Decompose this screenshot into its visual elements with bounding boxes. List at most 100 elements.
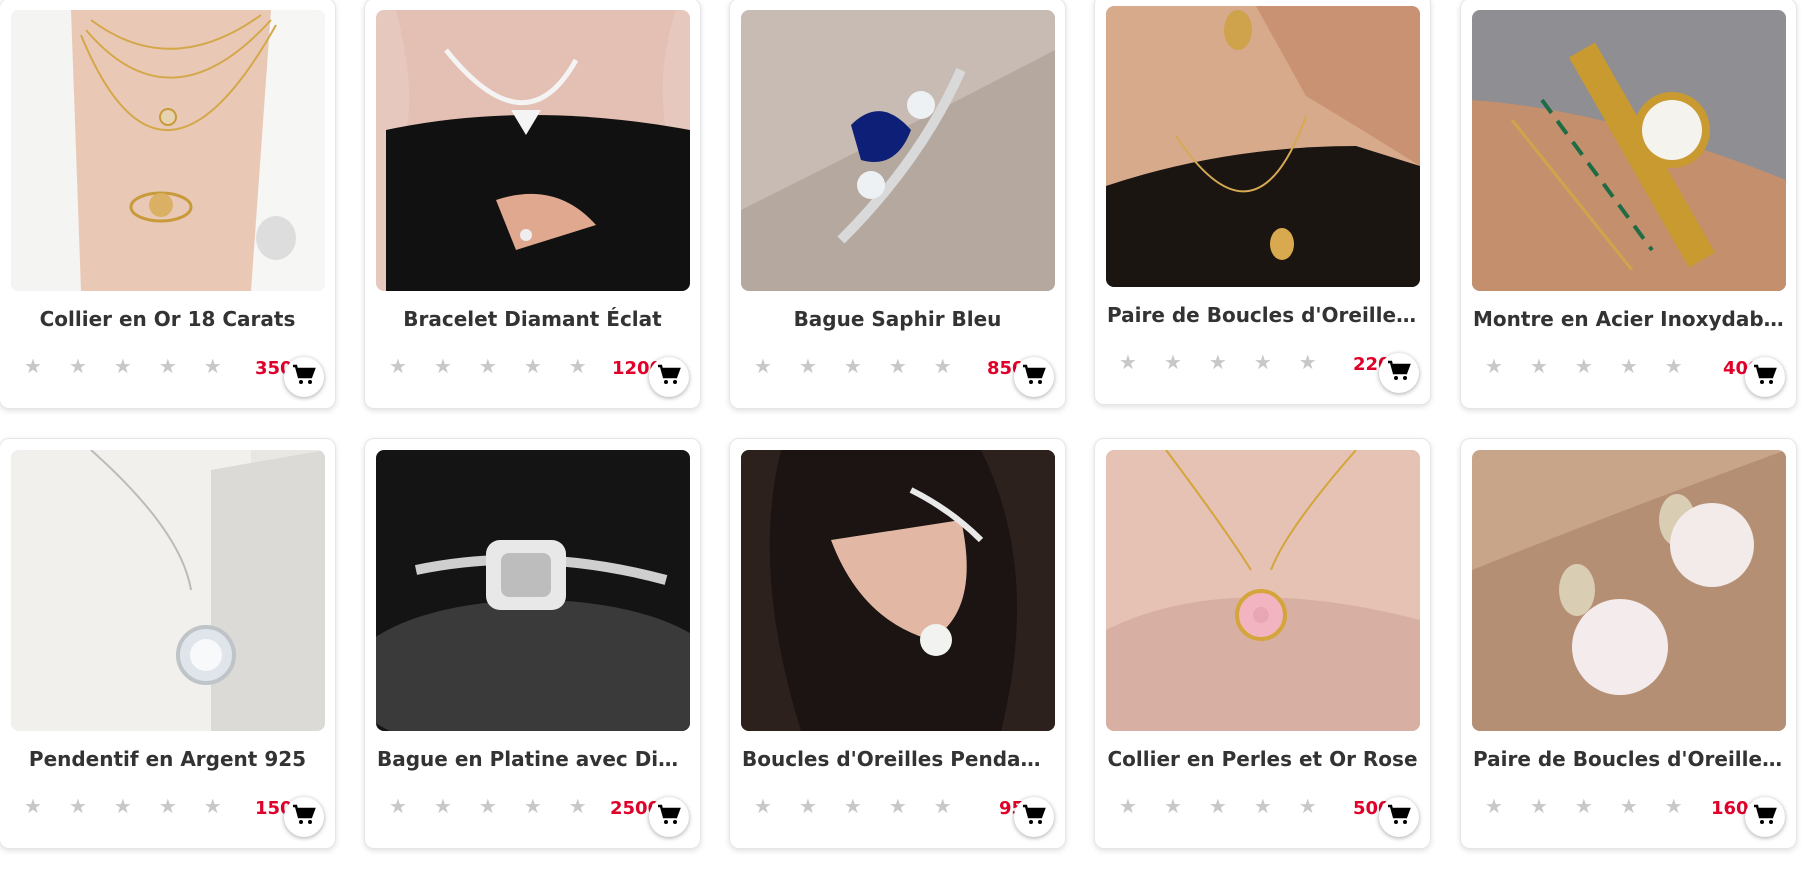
star-icon[interactable]: ★	[479, 797, 497, 817]
product-card[interactable]: Paire de Boucles d'Oreilles e... ★ ★ ★ ★…	[1460, 438, 1797, 849]
star-icon[interactable]: ★	[204, 357, 222, 377]
star-icon[interactable]: ★	[434, 797, 452, 817]
rating-stars[interactable]: ★ ★ ★ ★ ★	[754, 357, 952, 377]
product-title[interactable]: Montre en Acier Inoxydable	[1473, 307, 1784, 331]
product-card[interactable]: Bague en Platine avec Diam... ★ ★ ★ ★ ★ …	[364, 438, 701, 849]
star-icon[interactable]: ★	[934, 797, 952, 817]
star-icon[interactable]: ★	[1254, 797, 1272, 817]
rating-stars[interactable]: ★ ★ ★ ★ ★	[1485, 797, 1683, 817]
add-to-cart-button[interactable]	[649, 357, 689, 397]
product-image[interactable]	[1106, 6, 1420, 287]
product-image[interactable]	[376, 10, 690, 291]
product-card[interactable]: Boucles d'Oreilles Pendante... ★ ★ ★ ★ ★…	[729, 438, 1066, 849]
product-title[interactable]: Bague en Platine avec Diam...	[377, 747, 688, 771]
star-icon[interactable]: ★	[1299, 797, 1317, 817]
star-icon[interactable]: ★	[24, 357, 42, 377]
product-title[interactable]: Collier en Or 18 Carats	[12, 307, 323, 331]
star-icon[interactable]: ★	[1620, 357, 1638, 377]
product-image[interactable]	[11, 450, 325, 731]
product-title[interactable]: Boucles d'Oreilles Pendante...	[742, 747, 1053, 771]
rating-stars[interactable]: ★ ★ ★ ★ ★	[1119, 797, 1317, 817]
star-icon[interactable]: ★	[1164, 797, 1182, 817]
star-icon[interactable]: ★	[524, 797, 542, 817]
star-icon[interactable]: ★	[754, 357, 772, 377]
add-to-cart-button[interactable]	[1014, 797, 1054, 837]
star-icon[interactable]: ★	[159, 357, 177, 377]
rating-stars[interactable]: ★ ★ ★ ★ ★	[754, 797, 952, 817]
star-icon[interactable]: ★	[1254, 353, 1272, 373]
star-icon[interactable]: ★	[1209, 797, 1227, 817]
rating-stars[interactable]: ★ ★ ★ ★ ★	[24, 797, 222, 817]
add-to-cart-button[interactable]	[1379, 353, 1419, 393]
star-icon[interactable]: ★	[889, 797, 907, 817]
star-icon[interactable]: ★	[754, 797, 772, 817]
star-icon[interactable]: ★	[1620, 797, 1638, 817]
star-icon[interactable]: ★	[524, 357, 542, 377]
product-image[interactable]	[376, 450, 690, 731]
star-icon[interactable]: ★	[479, 357, 497, 377]
rating-stars[interactable]: ★ ★ ★ ★ ★	[389, 797, 587, 817]
star-icon[interactable]: ★	[934, 357, 952, 377]
add-to-cart-button[interactable]	[1745, 357, 1785, 397]
star-icon[interactable]: ★	[204, 797, 222, 817]
star-icon[interactable]: ★	[1209, 353, 1227, 373]
product-title[interactable]: Bracelet Diamant Éclat	[377, 307, 688, 331]
product-image[interactable]	[741, 450, 1055, 731]
product-title[interactable]: Bague Saphir Bleu	[742, 307, 1053, 331]
product-card[interactable]: Montre en Acier Inoxydable ★ ★ ★ ★ ★ 400	[1460, 0, 1797, 409]
rating-stars[interactable]: ★ ★ ★ ★ ★	[1119, 353, 1317, 373]
add-to-cart-button[interactable]	[1014, 357, 1054, 397]
star-icon[interactable]: ★	[434, 357, 452, 377]
add-to-cart-button[interactable]	[1379, 797, 1419, 837]
star-icon[interactable]: ★	[1485, 357, 1503, 377]
star-icon[interactable]: ★	[799, 357, 817, 377]
star-icon[interactable]: ★	[1665, 797, 1683, 817]
star-icon[interactable]: ★	[69, 797, 87, 817]
star-icon[interactable]: ★	[114, 797, 132, 817]
star-icon[interactable]: ★	[114, 357, 132, 377]
star-icon[interactable]: ★	[389, 357, 407, 377]
star-icon[interactable]: ★	[1119, 797, 1137, 817]
product-image[interactable]	[1472, 450, 1786, 731]
product-card[interactable]: Pendentif en Argent 925 ★ ★ ★ ★ ★ 150	[0, 438, 336, 849]
product-title[interactable]: Collier en Perles et Or Rose	[1107, 747, 1418, 771]
star-icon[interactable]: ★	[844, 357, 862, 377]
product-image[interactable]	[1106, 450, 1420, 731]
star-icon[interactable]: ★	[569, 797, 587, 817]
product-title[interactable]: Paire de Boucles d'Oreilles e...	[1473, 747, 1784, 771]
star-icon[interactable]: ★	[1530, 797, 1548, 817]
product-image[interactable]	[741, 10, 1055, 291]
rating-stars[interactable]: ★ ★ ★ ★ ★	[389, 357, 587, 377]
product-title[interactable]: Pendentif en Argent 925	[12, 747, 323, 771]
add-to-cart-button[interactable]	[649, 797, 689, 837]
product-card[interactable]: Collier en Perles et Or Rose ★ ★ ★ ★ ★ 5…	[1094, 438, 1431, 849]
rating-stars[interactable]: ★ ★ ★ ★ ★	[24, 357, 222, 377]
star-icon[interactable]: ★	[569, 357, 587, 377]
product-title[interactable]: Paire de Boucles d'Oreilles P...	[1107, 303, 1418, 327]
add-to-cart-button[interactable]	[284, 357, 324, 397]
star-icon[interactable]: ★	[1485, 797, 1503, 817]
star-icon[interactable]: ★	[1299, 353, 1317, 373]
star-icon[interactable]: ★	[69, 357, 87, 377]
add-to-cart-button[interactable]	[284, 797, 324, 837]
product-card[interactable]: Bague Saphir Bleu ★ ★ ★ ★ ★ 850	[729, 0, 1066, 409]
star-icon[interactable]: ★	[159, 797, 177, 817]
star-icon[interactable]: ★	[1164, 353, 1182, 373]
product-card[interactable]: Paire de Boucles d'Oreilles P... ★ ★ ★ ★…	[1094, 0, 1431, 405]
star-icon[interactable]: ★	[889, 357, 907, 377]
star-icon[interactable]: ★	[799, 797, 817, 817]
star-icon[interactable]: ★	[1530, 357, 1548, 377]
star-icon[interactable]: ★	[844, 797, 862, 817]
product-image[interactable]	[1472, 10, 1786, 291]
product-image[interactable]	[11, 10, 325, 291]
star-icon[interactable]: ★	[24, 797, 42, 817]
star-icon[interactable]: ★	[1665, 357, 1683, 377]
star-icon[interactable]: ★	[1575, 357, 1593, 377]
star-icon[interactable]: ★	[389, 797, 407, 817]
add-to-cart-button[interactable]	[1745, 797, 1785, 837]
product-card[interactable]: Collier en Or 18 Carats ★ ★ ★ ★ ★ 350	[0, 0, 336, 409]
star-icon[interactable]: ★	[1119, 353, 1137, 373]
rating-stars[interactable]: ★ ★ ★ ★ ★	[1485, 357, 1683, 377]
star-icon[interactable]: ★	[1575, 797, 1593, 817]
product-card[interactable]: Bracelet Diamant Éclat ★ ★ ★ ★ ★ 1200	[364, 0, 701, 409]
